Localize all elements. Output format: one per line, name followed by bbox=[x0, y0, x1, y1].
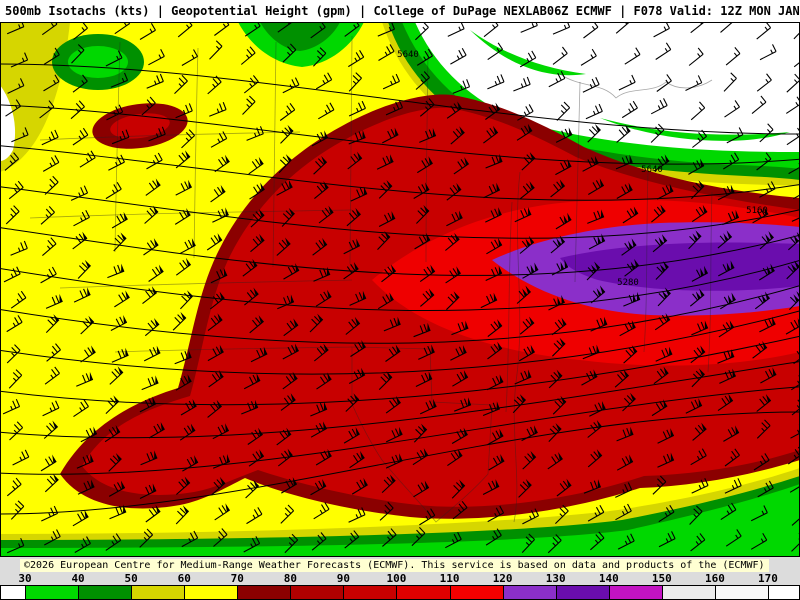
colorbar-segment-lead bbox=[0, 585, 26, 600]
weather-map-app: 500mb Isotachs (kts) | Geopotential Heig… bbox=[0, 0, 800, 600]
map-area: 5640 5640 5160 5280 bbox=[0, 22, 800, 557]
colorbar-segment bbox=[237, 585, 292, 600]
colorbar-tick-label: 40 bbox=[71, 572, 85, 585]
title-bar: 500mb Isotachs (kts) | Geopotential Heig… bbox=[0, 0, 800, 22]
height-contour-label: 5640 bbox=[397, 50, 419, 60]
colorbar-tick-label: 130 bbox=[545, 572, 566, 585]
colorbar-tick-label: 110 bbox=[439, 572, 460, 585]
colorbar-tick-label: 160 bbox=[704, 572, 725, 585]
colorbar-segment bbox=[25, 585, 80, 600]
height-contour-label: 5640 bbox=[641, 165, 663, 175]
colorbar-tick-label: 90 bbox=[336, 572, 351, 585]
colorbar-segment bbox=[184, 585, 239, 600]
isotach-map: 5640 5640 5160 5280 bbox=[0, 22, 800, 557]
colorbar-segment bbox=[608, 585, 663, 600]
attribution-text: ©2026 European Centre for Medium-Range W… bbox=[20, 558, 769, 572]
colorbar-segment bbox=[502, 585, 557, 600]
colorbar-tick-label: 150 bbox=[651, 572, 672, 585]
colorbar-segment-tail bbox=[767, 585, 800, 600]
colorbar bbox=[0, 585, 800, 600]
colorbar-segment bbox=[78, 585, 133, 600]
colorbar-segment bbox=[555, 585, 610, 600]
colorbar-segment bbox=[449, 585, 504, 600]
colorbar-tick-label: 50 bbox=[124, 572, 138, 585]
colorbar-tick-label: 60 bbox=[177, 572, 191, 585]
colorbar-segment bbox=[714, 585, 769, 600]
colorbar-segment bbox=[131, 585, 186, 600]
colorbar-tick-label: 100 bbox=[386, 572, 407, 585]
colorbar-tick-label: 120 bbox=[492, 572, 513, 585]
colorbar-segment bbox=[396, 585, 451, 600]
colorbar-tick-label: 80 bbox=[283, 572, 297, 585]
colorbar-tick-labels: 30 40 50 60 70 80 90 100 110 120 130 140 150 160 170 bbox=[0, 572, 800, 585]
title-left: 500mb Isotachs (kts) | Geopotential Heig… bbox=[5, 4, 547, 18]
colorbar-tick-label: 30 bbox=[18, 572, 32, 585]
colorbar-segment bbox=[661, 585, 716, 600]
bottom-panel: ©2026 European Centre for Medium-Range W… bbox=[0, 557, 800, 600]
attribution-row: ©2026 European Centre for Medium-Range W… bbox=[0, 557, 800, 573]
title-right: 06Z ECMWF | F078 Valid: 12Z MON JAN 19 2… bbox=[546, 4, 800, 18]
colorbar-segment bbox=[290, 585, 345, 600]
colorbar-tick-label: 140 bbox=[598, 572, 619, 585]
colorbar-tick-label: 70 bbox=[230, 572, 244, 585]
colorbar-segment bbox=[343, 585, 398, 600]
height-contour-label: 5280 bbox=[617, 278, 639, 288]
height-contour-label: 5160 bbox=[746, 206, 768, 216]
colorbar-tick-label: 170 bbox=[758, 572, 778, 585]
